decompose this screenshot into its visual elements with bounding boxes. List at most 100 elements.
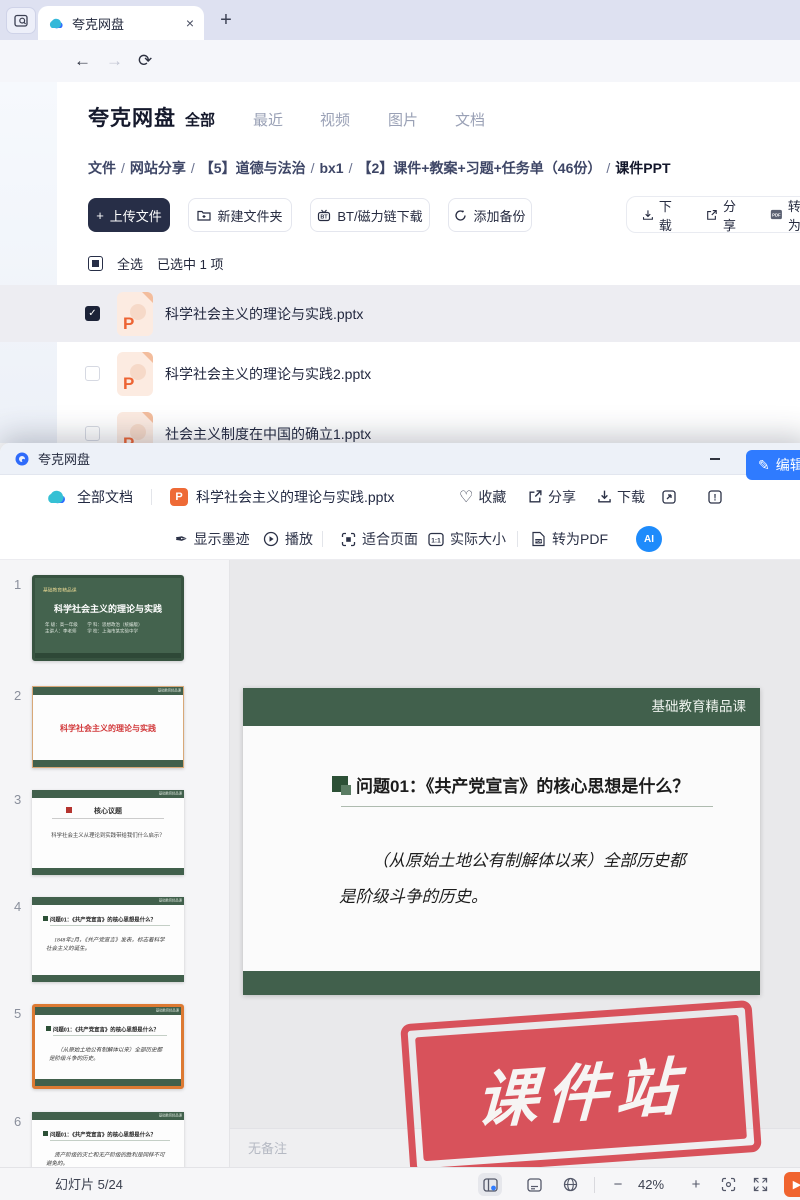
slide-thumbnail-4[interactable]: 基础教育精品课 问题01：《共产党宣言》的核心思想是什么？ 1848年2月，《共… — [32, 897, 184, 982]
breadcrumb-sep: / — [190, 160, 195, 176]
file-name[interactable]: 社会主义制度在中国的确立1.pptx — [165, 424, 371, 444]
file-checkbox[interactable] — [85, 426, 100, 441]
convert-action[interactable]: PDF 转为 — [770, 196, 800, 234]
to-pdf-label: 转为PDF — [552, 531, 608, 547]
slide-theme-badge: 基础教育精品课 — [651, 699, 747, 714]
minimize-button[interactable] — [700, 443, 730, 475]
preview-toolbar: ✒ 显示墨迹 播放 适合页面 1:1 实际大小 PDF 转为PDF AI — [0, 518, 800, 560]
feedback-button[interactable]: ! — [707, 475, 723, 518]
ai-assistant-button[interactable]: AI — [636, 526, 662, 552]
browser-tab-quark[interactable]: 夸克网盘 × — [38, 6, 204, 40]
all-docs-link[interactable]: 全部文档 — [77, 487, 133, 507]
open-in-window-button[interactable] — [661, 475, 677, 518]
slide-number: 4 — [14, 899, 22, 914]
play-icon: ▶ — [792, 1179, 800, 1191]
preview-file-name: 科学社会主义的理论与实践.pptx — [196, 488, 395, 505]
preview-main-area: 1 基础教育精品课 科学社会主义的理论与实践 年 级：高一年级 主讲人：李老师 学… — [0, 560, 800, 1167]
new-tab-button[interactable]: + — [212, 6, 240, 34]
forward-button[interactable]: → — [106, 40, 123, 82]
fullscreen-button[interactable] — [748, 1173, 772, 1196]
show-ink-button[interactable]: ✒ 显示墨迹 — [175, 518, 250, 560]
slide-thumbnail-3[interactable]: 基础教育精品课 核心议题 科学社会主义从理论到实践带给我们什么启示？ — [32, 790, 184, 875]
zoom-in-button[interactable]: + — [684, 1173, 708, 1196]
thumb-answer: （从原始土地公有制解体以来）全部历史都是阶级斗争的历史。 — [49, 1047, 163, 1062]
preview-status-bar: 幻灯片 5/24 − 42% + ▶ — [0, 1167, 800, 1200]
new-folder-button[interactable]: 新建文件夹 — [188, 198, 292, 232]
current-slide: 基础教育精品课 问题01：《共产党宣言》的核心思想是什么？ （从原始土地公有制解… — [243, 688, 760, 995]
file-row[interactable]: ✓ P 科学社会主义的理论与实践.pptx — [0, 285, 800, 342]
bt-download-button[interactable]: BT BT/磁力链下载 — [310, 198, 430, 232]
file-row[interactable]: P 科学社会主义的理论与实践2.pptx — [0, 345, 800, 402]
thumb-question: 问题01：《共产党宣言》的核心思想是什么？ — [53, 1027, 159, 1034]
notes-toggle[interactable] — [522, 1173, 546, 1196]
download-action[interactable]: 下载 — [642, 196, 681, 234]
breadcrumb-item[interactable]: 网站分享 — [130, 160, 186, 176]
file-row[interactable]: P 社会主义制度在中国的确立1.pptx — [0, 405, 800, 443]
share-action[interactable]: 分享 — [706, 196, 745, 234]
convert-label: 转为 — [787, 198, 800, 233]
back-button[interactable]: ← — [74, 40, 91, 82]
edit-label: 编辑 — [775, 457, 800, 473]
reload-button[interactable]: ⟳ — [138, 40, 152, 82]
breadcrumb-item[interactable]: 【5】道德与法治 — [200, 160, 306, 176]
file-checkbox[interactable] — [85, 366, 100, 381]
share-label: 分享 — [548, 488, 576, 505]
tab-search-button[interactable] — [6, 7, 36, 34]
tab-all[interactable]: 全部 — [185, 109, 215, 130]
fit-screen-button[interactable] — [716, 1173, 740, 1196]
slide-thumbnail-2[interactable]: 基础教育精品课 科学社会主义的理论与实践 — [32, 686, 184, 768]
new-folder-label: 新建文件夹 — [217, 208, 283, 224]
edit-button[interactable]: ✎ 编辑 — [746, 450, 800, 480]
file-name[interactable]: 科学社会主义的理论与实践2.pptx — [165, 364, 371, 384]
upload-button[interactable]: + 上传文件 — [88, 198, 170, 232]
select-all-checkbox[interactable] — [88, 256, 103, 271]
green-squares-bullet-icon — [332, 776, 356, 802]
bt-download-label: BT/磁力链下载 — [337, 208, 423, 224]
translate-button[interactable] — [558, 1173, 582, 1196]
favorite-button[interactable]: ♡ 收藏 — [459, 475, 506, 518]
drive-brand: 夸克网盘 — [88, 107, 176, 130]
breadcrumb: 文件 / 网站分享 / 【5】道德与法治 / bx1/【2】课件+教案+习题+任务单（46份… — [88, 158, 671, 178]
share-label: 分享 — [722, 198, 736, 233]
download-button[interactable]: 下载 — [597, 475, 645, 518]
tab-close-icon[interactable]: × — [186, 15, 194, 31]
thumb-question: 问题01：《共产党宣言》的核心思想是什么？ — [50, 1132, 156, 1139]
browser-toolbar: ← → ⟳ 搜网盘、搜当前文件夹或搜全网（Ctrl + F） — [0, 40, 800, 116]
breadcrumb-item[interactable]: 【2】课件+教案+习题+任务单（46份） — [357, 160, 601, 176]
zoom-out-button[interactable]: − — [606, 1173, 630, 1196]
fit-page-button[interactable]: 适合页面 — [341, 518, 418, 560]
breadcrumb-sep: / — [606, 160, 611, 176]
thumb-answer: 1848年2月，《共产党宣言》发表，标志着科学社会主义的诞生。 — [46, 937, 165, 952]
to-pdf-button[interactable]: PDF 转为PDF — [531, 518, 608, 560]
heart-icon: ♡ — [459, 488, 474, 506]
notes-placeholder: 无备注 — [248, 1141, 288, 1156]
share-button[interactable]: 分享 — [528, 475, 576, 518]
slide-thumbnail-panel[interactable]: 1 基础教育精品课 科学社会主义的理论与实践 年 级：高一年级 主讲人：李老师 学… — [0, 560, 230, 1167]
divider — [517, 531, 518, 547]
slideshow-play-button[interactable]: ▶ — [784, 1172, 800, 1197]
slide-thumbnail-1[interactable]: 基础教育精品课 科学社会主义的理论与实践 年 级：高一年级 主讲人：李老师 学 科… — [32, 575, 184, 661]
breadcrumb-item[interactable]: bx1 — [319, 160, 343, 176]
tab-video[interactable]: 视频 — [320, 109, 350, 130]
slide-thumbnail-6[interactable]: 基础教育精品课 问题01：《共产党宣言》的核心思想是什么？ 资产阶级的灭亡和无产… — [32, 1112, 184, 1167]
file-checkbox-checked[interactable]: ✓ — [85, 306, 100, 321]
actual-size-label: 实际大小 — [450, 531, 506, 547]
actual-size-button[interactable]: 1:1 实际大小 — [428, 518, 506, 560]
thumb-answer: 资产阶级的灭亡和无产阶级的胜利是同样不可避免的。 — [46, 1152, 165, 1167]
slide-thumbnail-5-selected[interactable]: 基础教育精品课 问题01：《共产党宣言》的核心思想是什么？ （从原始土地公有制解… — [32, 1004, 184, 1089]
thumbnail-panel-toggle[interactable] — [478, 1173, 502, 1196]
fit-page-icon — [341, 532, 356, 546]
slide-question: 问题01：《共产党宣言》的核心思想是什么？ — [332, 772, 689, 802]
tab-doc[interactable]: 文档 — [455, 109, 485, 130]
divider — [594, 1177, 595, 1193]
tab-recent[interactable]: 最近 — [253, 109, 283, 130]
preview-header: 全部文档 P 科学社会主义的理论与实践.pptx — [0, 475, 800, 518]
preview-title-bar[interactable]: 夸克网盘 — [0, 443, 800, 475]
add-backup-button[interactable]: 添加备份 — [448, 198, 532, 232]
breadcrumb-item[interactable]: 文件 — [88, 160, 116, 176]
play-button[interactable]: 播放 — [263, 518, 313, 560]
svg-text:BT: BT — [321, 214, 329, 220]
file-name[interactable]: 科学社会主义的理论与实践.pptx — [165, 304, 363, 324]
tab-image[interactable]: 图片 — [388, 109, 418, 130]
svg-text:!: ! — [714, 492, 717, 502]
